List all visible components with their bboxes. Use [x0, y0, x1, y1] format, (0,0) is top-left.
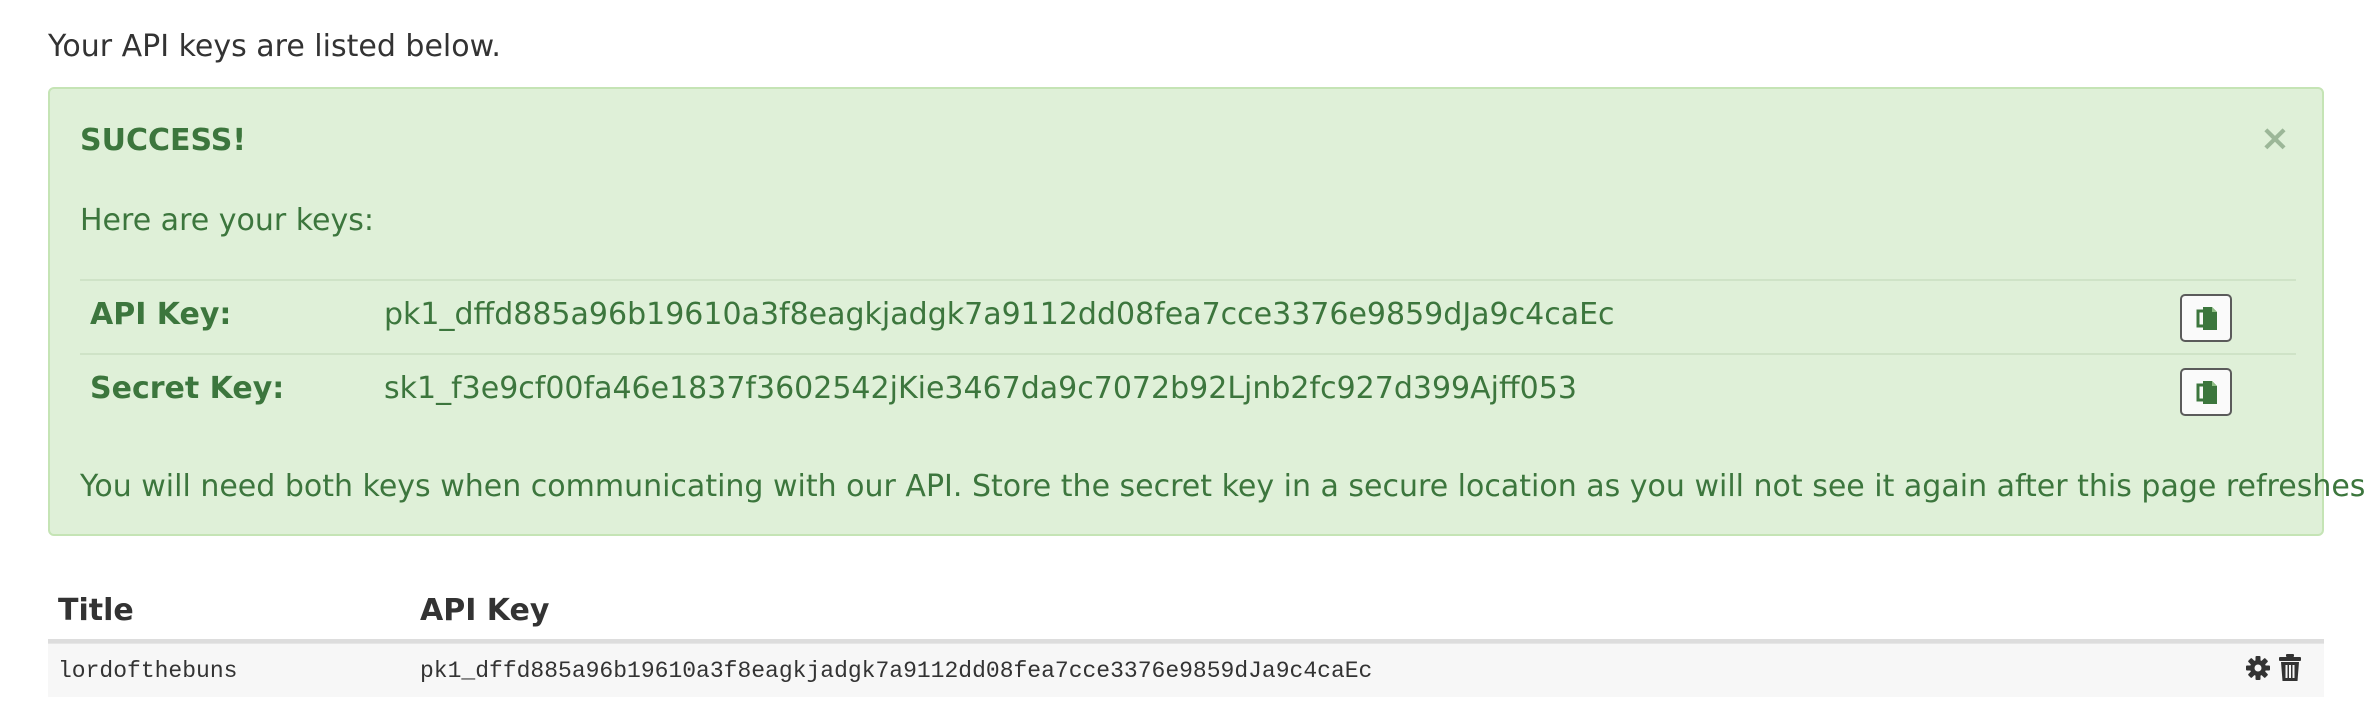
copy-icon	[2196, 307, 2217, 330]
api-key-value: pk1_dffd885a96b19610a3f8eagkjadgk7a9112d…	[384, 297, 1615, 332]
secret-key-row: Secret Key: sk1_f3e9cf00fa46e1837f360254…	[80, 353, 2296, 427]
trash-icon[interactable]	[2278, 653, 2306, 683]
table-row: lordofthebuns pk1_dffd885a96b19610a3f8ea…	[48, 643, 2324, 697]
success-alert: SUCCESS! × Here are your keys: API Key: …	[48, 87, 2364, 536]
page-intro: Your API keys are listed below.	[48, 29, 501, 64]
alert-note: You will need both keys when communicati…	[80, 469, 2364, 504]
gear-icon[interactable]	[2245, 653, 2273, 683]
copy-icon	[2196, 381, 2217, 404]
api-key-label: API Key:	[90, 297, 232, 332]
copy-api-key-button[interactable]	[2180, 294, 2232, 342]
column-header-title: Title	[58, 593, 134, 628]
column-header-api-key: API Key	[420, 593, 550, 628]
keys-table: API Key: pk1_dffd885a96b19610a3f8eagkjad…	[80, 279, 2296, 427]
alert-subtitle: Here are your keys:	[80, 203, 374, 238]
api-keys-table: Title API Key lordofthebuns pk1_dffd885a…	[48, 586, 2324, 697]
copy-secret-key-button[interactable]	[2180, 368, 2232, 416]
row-api-key: pk1_dffd885a96b19610a3f8eagkjadgk7a9112d…	[420, 658, 1373, 684]
alert-heading: SUCCESS!	[80, 123, 247, 158]
row-actions	[2245, 653, 2306, 685]
row-title: lordofthebuns	[58, 658, 238, 684]
close-icon[interactable]: ×	[2258, 119, 2292, 159]
secret-key-label: Secret Key:	[90, 371, 285, 406]
table-header: Title API Key	[48, 586, 2324, 643]
api-key-row: API Key: pk1_dffd885a96b19610a3f8eagkjad…	[80, 279, 2296, 353]
secret-key-value: sk1_f3e9cf00fa46e1837f3602542jKie3467da9…	[384, 371, 1577, 406]
